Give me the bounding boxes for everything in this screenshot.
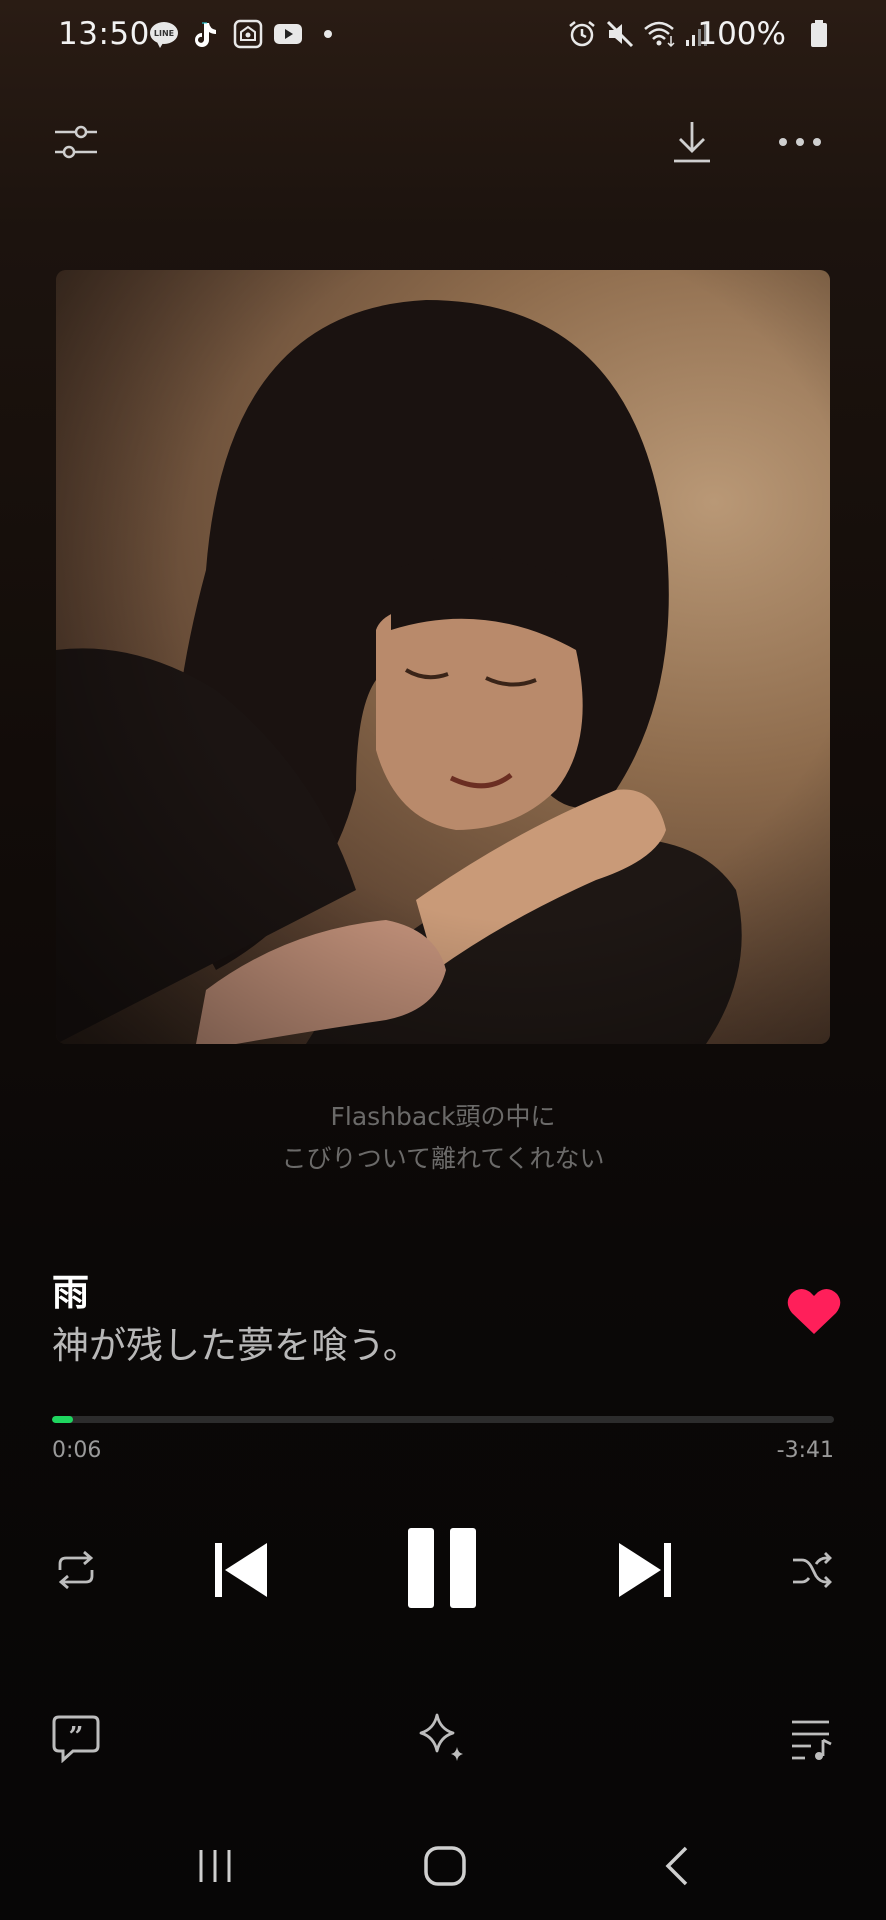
heart-icon[interactable] <box>786 1286 842 1336</box>
shuffle-icon <box>793 1552 832 1588</box>
svg-text:”: ” <box>69 1722 84 1752</box>
recent-apps-button[interactable] <box>170 1840 260 1892</box>
next-button[interactable] <box>610 1528 680 1612</box>
progress-bar[interactable] <box>52 1416 834 1423</box>
equalizer-icon <box>55 125 97 159</box>
alarm-icon <box>569 21 595 47</box>
lyrics-line: こびりついて離れてくれない <box>281 1144 605 1173</box>
tiktok-icon <box>195 22 216 47</box>
home-icon <box>424 1846 466 1886</box>
remaining-time: -3:41 <box>776 1438 834 1463</box>
pause-icon <box>408 1528 476 1608</box>
pause-button[interactable] <box>404 1524 480 1612</box>
sparkle-button[interactable] <box>412 1706 472 1770</box>
queue-button[interactable] <box>782 1708 842 1768</box>
previous-icon <box>215 1543 267 1597</box>
svg-text:LINE: LINE <box>154 29 174 38</box>
wifi-icon <box>644 21 675 48</box>
lyrics-icon: ” <box>52 1715 100 1763</box>
mute-icon <box>606 20 634 48</box>
shuffle-button[interactable] <box>782 1540 842 1600</box>
back-button[interactable] <box>632 1840 722 1892</box>
back-icon <box>665 1846 688 1886</box>
elapsed-time: 0:06 <box>52 1438 102 1463</box>
status-time: 13:50 <box>58 16 150 52</box>
recent-apps-icon <box>199 1850 231 1882</box>
lyrics-button[interactable]: ” <box>46 1708 106 1768</box>
battery-percentage: 100% <box>697 16 786 52</box>
previous-button[interactable] <box>206 1528 276 1612</box>
repeat-button[interactable] <box>46 1540 106 1600</box>
download-button[interactable] <box>662 112 722 172</box>
dot-icon <box>324 30 332 38</box>
line-app-icon: LINE <box>150 22 178 48</box>
more-button[interactable] <box>770 112 830 172</box>
album-art <box>56 270 830 1044</box>
equalizer-button[interactable] <box>46 112 106 172</box>
sparkle-icon <box>419 1713 463 1761</box>
download-icon <box>674 122 710 163</box>
more-icon <box>779 138 821 146</box>
song-title[interactable]: 雨 <box>52 1262 89 1316</box>
battery-icon <box>811 20 827 47</box>
lyrics-line: Flashback頭の中に <box>330 1102 556 1131</box>
progress-fill <box>52 1416 74 1423</box>
artist-name[interactable]: 神が残した夢を喰う。 <box>52 1315 420 1369</box>
next-icon <box>619 1543 671 1597</box>
youtube-icon <box>274 24 302 44</box>
home-app-icon <box>233 19 263 49</box>
repeat-icon <box>58 1550 94 1590</box>
lyrics-preview[interactable]: Flashback頭の中に こびりついて離れてくれない <box>0 1096 886 1180</box>
home-button[interactable] <box>400 1840 490 1892</box>
queue-icon <box>792 1720 832 1760</box>
